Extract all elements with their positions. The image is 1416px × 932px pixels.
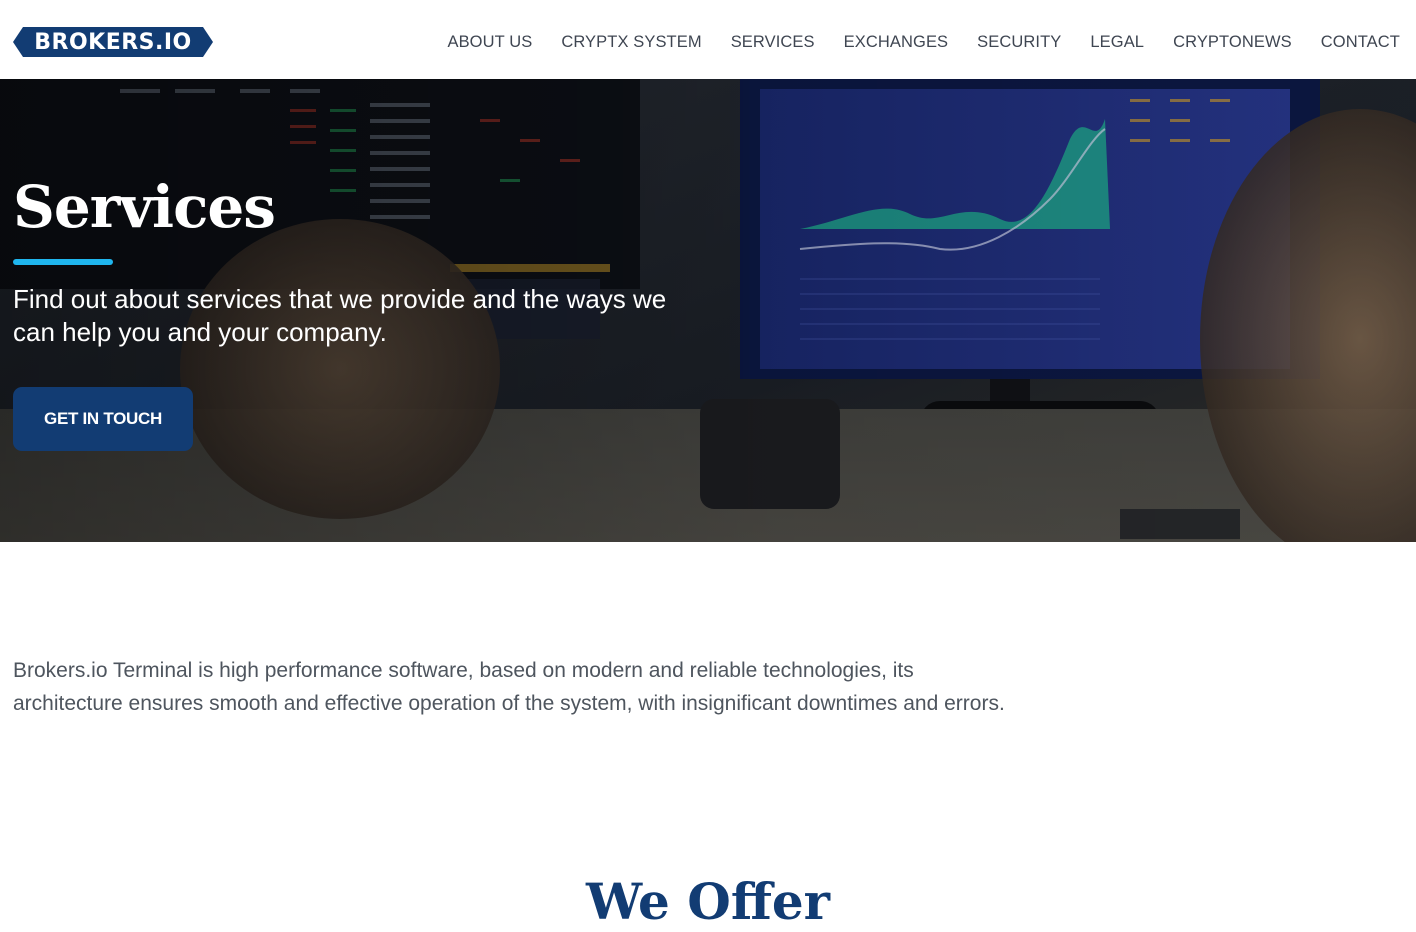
brand-logo[interactable]: BROKERS.IO <box>13 27 213 57</box>
nav-services[interactable]: SERVICES <box>731 33 815 52</box>
nav-cryptx-system[interactable]: CRYPTX SYSTEM <box>561 33 701 52</box>
hero-subtitle: Find out about services that we provide … <box>13 284 667 347</box>
nav-exchanges[interactable]: EXCHANGES <box>844 33 949 52</box>
intro-paragraph: Brokers.io Terminal is high performance … <box>13 659 1005 715</box>
we-offer-heading: We Offer <box>585 872 831 931</box>
page-title: Services <box>13 173 276 241</box>
get-in-touch-button[interactable]: GET IN TOUCH <box>13 387 193 451</box>
nav-cryptonews[interactable]: CRYPTONEWS <box>1173 33 1292 52</box>
nav-contact[interactable]: CONTACT <box>1321 33 1400 52</box>
nav-security[interactable]: SECURITY <box>977 33 1061 52</box>
hero-banner: Services Find out about services that we… <box>0 79 1416 542</box>
nav-legal[interactable]: LEGAL <box>1090 33 1144 52</box>
main-nav: ABOUT US CRYPTX SYSTEM SERVICES EXCHANGE… <box>447 32 1400 52</box>
title-accent-bar <box>13 259 113 265</box>
logo-text: BROKERS.IO <box>34 29 192 55</box>
nav-about-us[interactable]: ABOUT US <box>447 33 532 52</box>
site-header: BROKERS.IO ABOUT US CRYPTX SYSTEM SERVIC… <box>0 0 1416 79</box>
